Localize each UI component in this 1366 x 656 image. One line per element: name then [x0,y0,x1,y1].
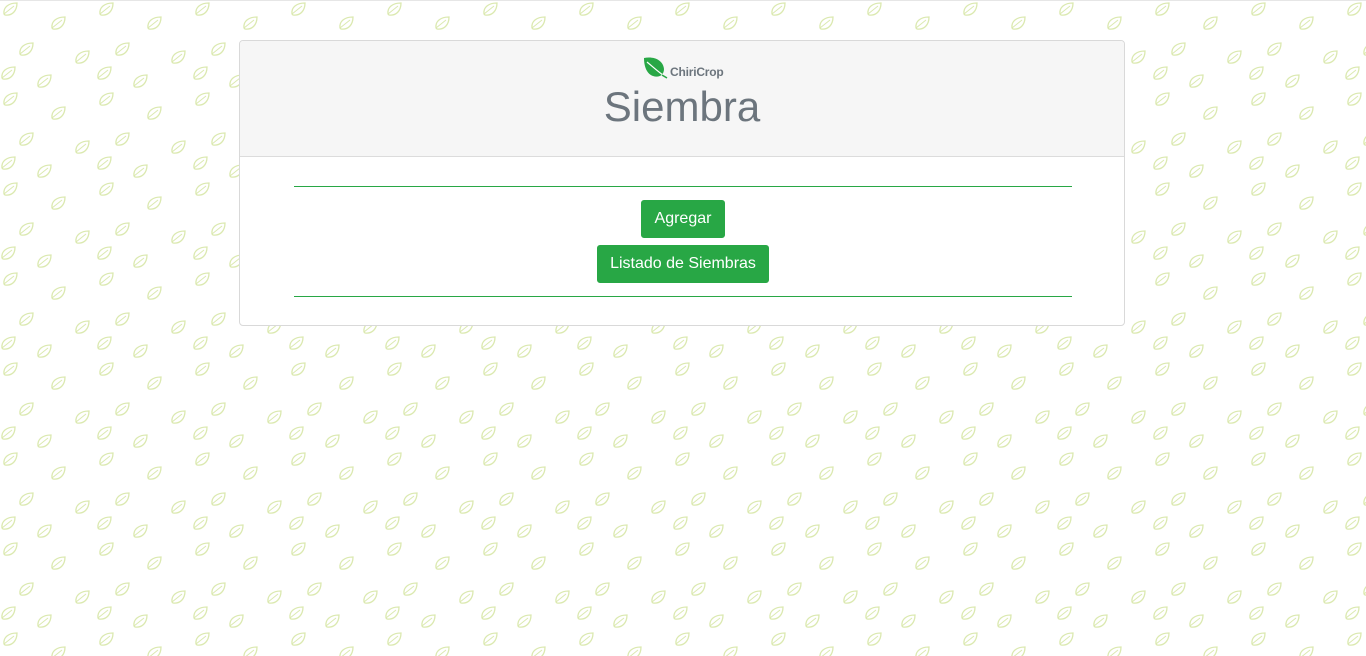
divider-top [294,186,1072,187]
page-title: Siembra [603,83,761,130]
siembras-list-button[interactable]: Listado de Siembras [597,245,769,283]
brand-logo: ChiriCrop [642,52,724,80]
card-header: ChiriCrop Siembra [240,41,1124,157]
siembra-card: ChiriCrop Siembra Agregar Listado de Sie… [239,40,1125,326]
add-button[interactable]: Agregar [641,200,725,238]
brand-name: ChiriCrop [670,65,724,79]
card-body: Agregar Listado de Siembras [240,157,1124,325]
divider-bottom [294,296,1072,297]
leaf-icon [644,57,668,79]
